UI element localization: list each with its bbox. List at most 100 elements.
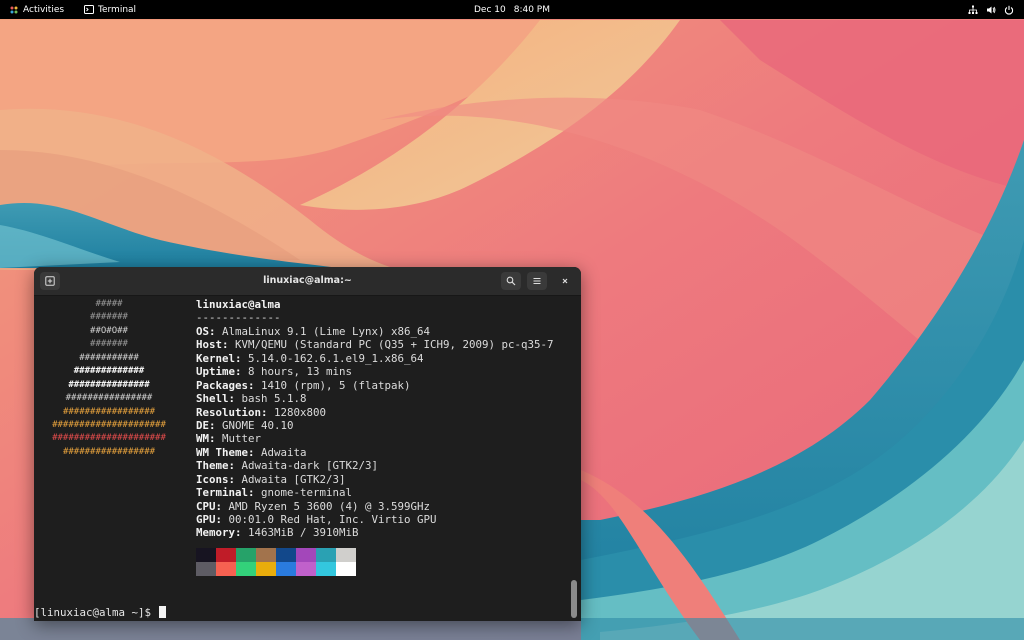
- info-row: Packages: 1410 (rpm), 5 (flatpak): [196, 378, 411, 392]
- terminal-window[interactable]: linuxiac@alma:~ ##### ####### ##O#O## ##…: [34, 267, 581, 621]
- ascii-line: #####################: [52, 419, 166, 430]
- palette-swatch: [336, 548, 356, 562]
- user-host: linuxiac@alma: [196, 298, 281, 311]
- info-key: OS: [196, 324, 210, 338]
- info-key: Theme: [196, 459, 229, 473]
- ascii-line: #####################: [52, 433, 166, 444]
- palette-swatch: [276, 548, 296, 562]
- info-value: Adwaita [GTK2/3]: [241, 472, 346, 486]
- ascii-line: #################: [62, 446, 156, 457]
- palette-swatch: [276, 562, 296, 576]
- ascii-line: ##O#O##: [90, 325, 128, 336]
- info-key: GPU: [196, 513, 216, 526]
- neofetch-info: linuxiac@alma ------------- OS: AlmaLinu…: [196, 298, 576, 540]
- info-value: 5.14.0-162.6.1.el9_1.x86_64: [248, 351, 424, 365]
- palette-swatch: [196, 548, 216, 562]
- palette-row-bright: [196, 562, 356, 576]
- close-icon: [562, 278, 568, 284]
- clock-date[interactable]: Dec 10: [474, 5, 506, 15]
- text-cursor: [158, 606, 166, 618]
- palette-row-normal: [196, 548, 356, 562]
- info-key: Resolution: [196, 405, 262, 419]
- info-value: Adwaita: [261, 445, 307, 459]
- info-value: 1410 (rpm), 5 (flatpak): [261, 378, 411, 392]
- info-value: 8 hours, 13 mins: [248, 365, 353, 379]
- info-row: WM Theme: Adwaita: [196, 445, 307, 459]
- info-row: Terminal: gnome-terminal: [196, 486, 353, 500]
- info-row: Kernel: 5.14.0-162.6.1.el9_1.x86_64: [196, 351, 424, 365]
- search-icon: [506, 276, 516, 286]
- info-value: KVM/QEMU (Standard PC (Q35 + ICH9, 2009)…: [235, 338, 554, 352]
- info-row: Theme: Adwaita-dark [GTK2/3]: [196, 459, 379, 473]
- info-key: DE: [196, 418, 210, 432]
- info-value: bash 5.1.8: [241, 392, 307, 406]
- ascii-line: #######: [90, 339, 128, 350]
- close-button[interactable]: [555, 272, 575, 290]
- network-icon[interactable]: [968, 5, 978, 15]
- info-row: WM: Mutter: [196, 432, 262, 446]
- palette-swatch: [236, 548, 256, 562]
- info-key: Shell: [196, 392, 229, 406]
- palette-swatch: [196, 562, 216, 576]
- info-key: WM: [196, 432, 210, 446]
- palette-swatch: [256, 562, 276, 576]
- color-palette: [196, 548, 356, 576]
- ascii-logo: ##### ####### ##O#O## ####### ##########…: [34, 298, 184, 459]
- palette-swatch: [216, 548, 236, 562]
- new-tab-button[interactable]: [40, 272, 60, 290]
- info-key: Terminal: [196, 486, 249, 500]
- palette-swatch: [216, 562, 236, 576]
- shell-prompt[interactable]: [linuxiac@alma ~]$: [34, 606, 166, 620]
- info-row: Host: KVM/QEMU (Standard PC (Q35 + ICH9,…: [196, 338, 554, 352]
- clock: Dec 10 8:40 PM: [0, 0, 1024, 19]
- palette-swatch: [296, 562, 316, 576]
- ascii-line: #############: [73, 366, 145, 377]
- activities-button[interactable]: Activities: [10, 0, 64, 19]
- activities-label: Activities: [23, 4, 65, 15]
- palette-swatch: [296, 548, 316, 562]
- info-value: gnome-terminal: [261, 486, 353, 500]
- search-button[interactable]: [501, 272, 521, 290]
- info-value: 1280x800: [274, 405, 327, 419]
- info-row: DE: GNOME 40.10: [196, 418, 294, 432]
- top-bar: Activities Terminal Dec 10 8:40 PM: [0, 0, 1024, 19]
- separator: -------------: [196, 311, 281, 325]
- info-row: Shell: bash 5.1.8: [196, 392, 307, 406]
- info-row: Memory: 1463MiB / 3910MiB: [196, 526, 359, 540]
- info-row: CPU: AMD Ryzen 5 3600 (4) @ 3.599GHz: [196, 499, 431, 513]
- ascii-line: ###########: [79, 352, 139, 363]
- clock-time[interactable]: 8:40 PM: [514, 5, 550, 15]
- palette-swatch: [256, 548, 276, 562]
- info-value: AMD Ryzen 5 3600 (4) @ 3.599GHz: [228, 499, 431, 513]
- info-key: Icons: [196, 472, 229, 486]
- palette-swatch: [336, 562, 356, 576]
- menu-button[interactable]: [527, 272, 547, 290]
- info-value: 00:01.0 Red Hat, Inc. Virtio GPU: [228, 513, 437, 526]
- scrollbar[interactable]: [571, 580, 577, 618]
- window-title: linuxiac@alma:~: [263, 275, 352, 286]
- system-tray[interactable]: [968, 0, 1014, 19]
- info-key: Host: [196, 338, 223, 352]
- terminal-headerbar[interactable]: linuxiac@alma:~: [34, 267, 581, 296]
- info-key: WM Theme: [196, 445, 249, 459]
- info-row: OS: AlmaLinux 9.1 (Lime Lynx) x86_64: [196, 324, 431, 338]
- info-key: Kernel: [196, 351, 236, 365]
- info-key: Memory: [196, 526, 236, 540]
- info-value: AlmaLinux 9.1 (Lime Lynx) x86_64: [222, 324, 431, 338]
- info-row: Uptime: 8 hours, 13 mins: [196, 365, 353, 379]
- palette-swatch: [236, 562, 256, 576]
- info-value: GNOME 40.10: [222, 418, 294, 432]
- menu-icon: [533, 277, 541, 285]
- volume-icon[interactable]: [986, 5, 996, 15]
- ascii-line: #######: [90, 312, 128, 323]
- new-tab-icon: [45, 276, 55, 286]
- app-menu-label: Terminal: [98, 4, 137, 15]
- info-key: Uptime: [196, 365, 236, 379]
- power-icon[interactable]: [1004, 5, 1014, 15]
- terminal-app-icon: [84, 5, 94, 14]
- activities-icon: [10, 6, 18, 13]
- app-menu[interactable]: Terminal: [84, 0, 136, 19]
- info-row: Icons: Adwaita [GTK2/3]: [196, 472, 346, 486]
- ascii-line: #################: [62, 406, 156, 417]
- terminal-content[interactable]: ##### ####### ##O#O## ####### ##########…: [34, 296, 581, 621]
